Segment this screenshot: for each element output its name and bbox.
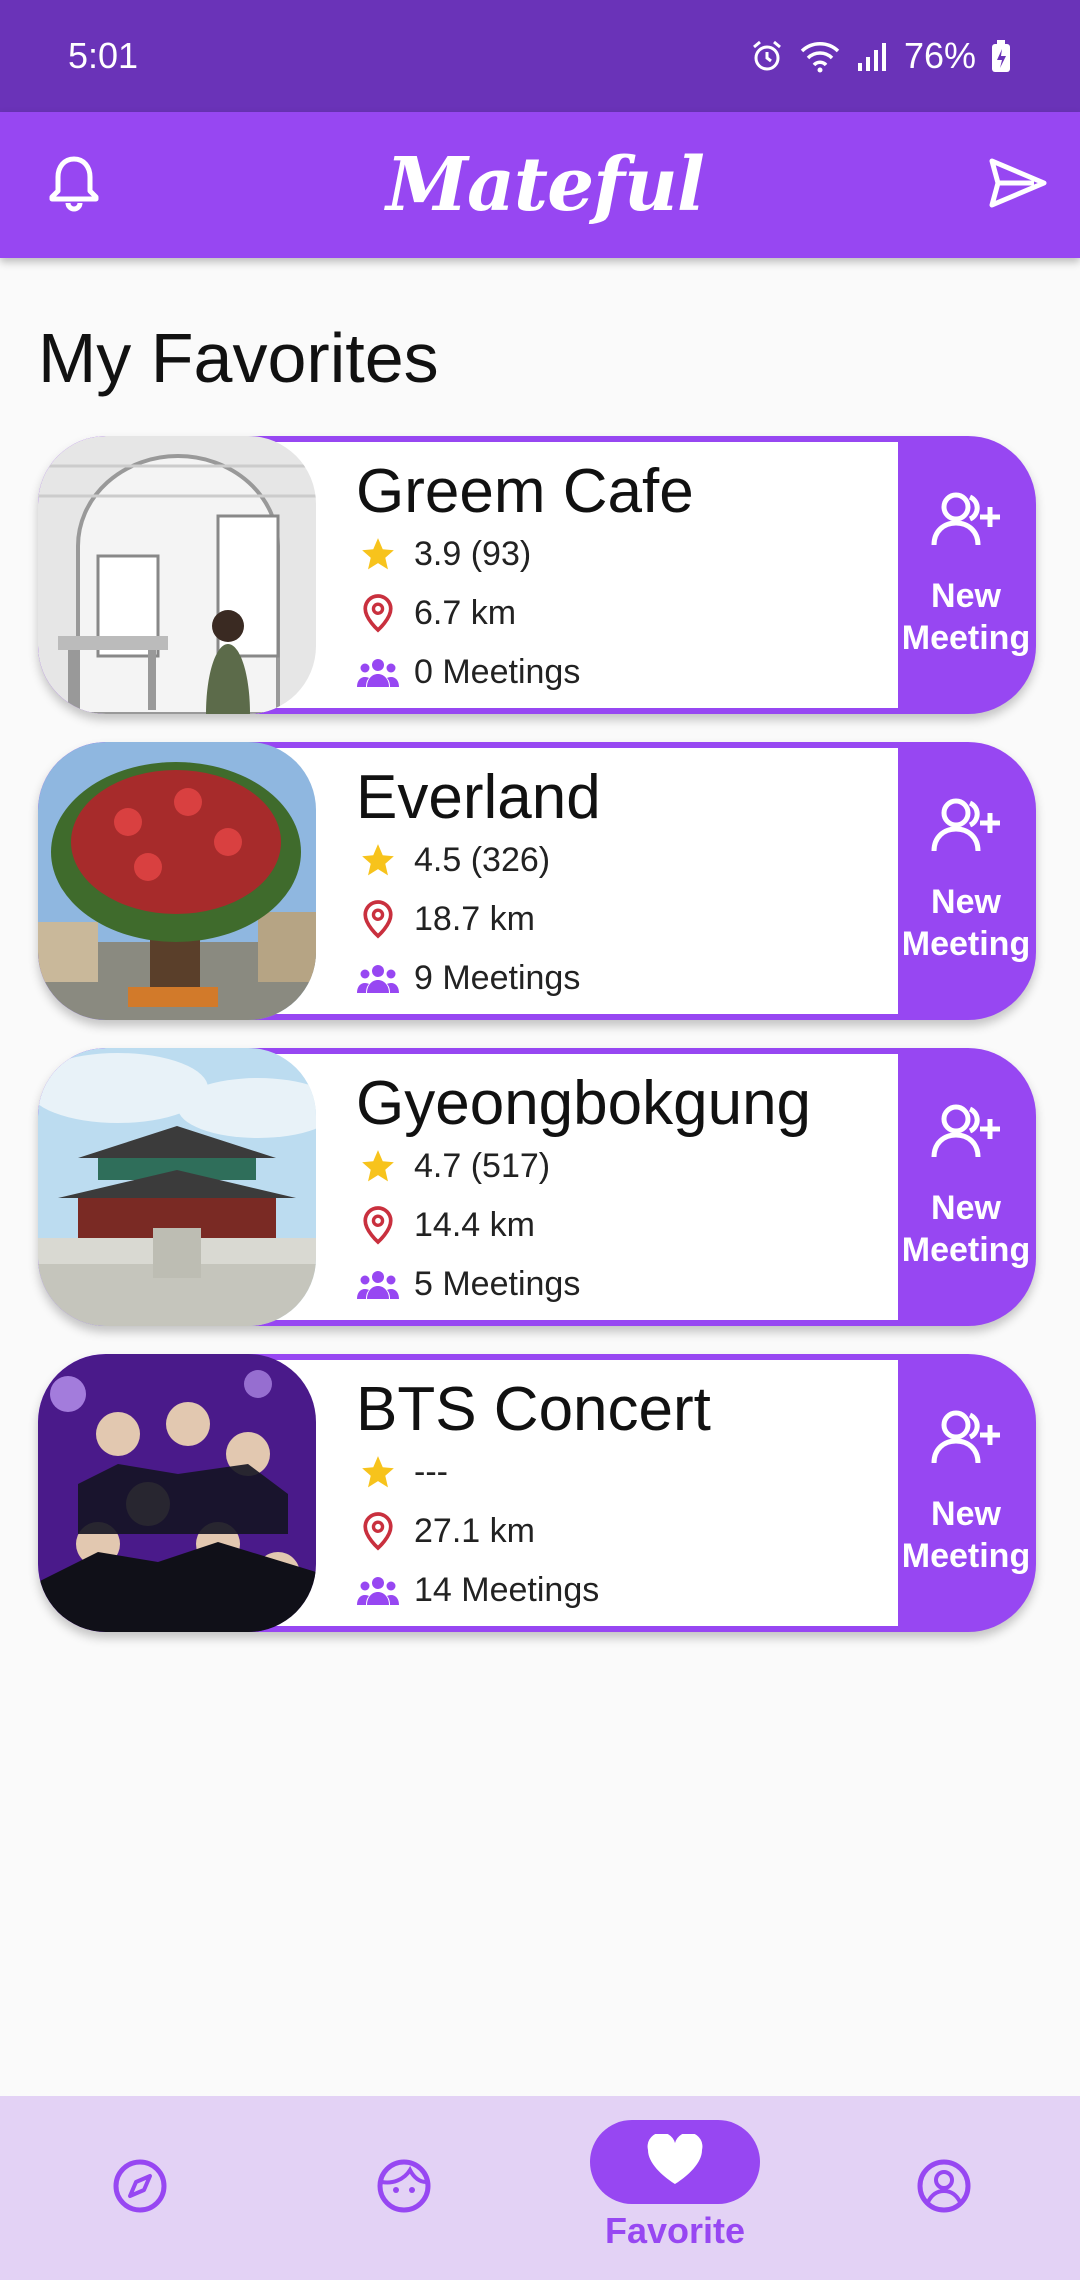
compass-icon [112,2158,168,2219]
new-meeting-button[interactable]: New Meeting [896,436,1036,714]
add-user-icon [930,491,1002,575]
group-icon [356,650,400,694]
meetings-text: 0 Meetings [414,652,581,691]
add-user-icon [930,1103,1002,1187]
nav-label-favorite[interactable]: Favorite [590,2210,760,2252]
card-distance: 18.7 km [356,897,535,941]
status-time: 5:01 [68,35,139,76]
card-rating: 4.7 (517) [356,1144,550,1188]
card-distance: 14.4 km [356,1203,535,1247]
star-icon [356,838,400,882]
location-pin-icon [356,897,400,941]
app-bar: Mateful [0,112,1080,258]
card-rating: 3.9 (93) [356,532,531,576]
star-icon [356,1450,400,1494]
favorites-list: Greem Cafe 3.9 (93) 6.7 km 0 Meetings Ne… [38,436,1038,1660]
new-meeting-label-1: New [931,1189,1001,1227]
distance-text: 6.7 km [414,593,517,632]
distance-text: 27.1 km [414,1511,535,1550]
status-icons: 76% [750,35,1012,77]
card-meetings: 0 Meetings [356,650,580,694]
bottom-nav: Favorite [0,2096,1080,2280]
card-distance: 6.7 km [356,591,516,635]
page-title: My Favorites [38,319,439,397]
profile-icon [916,2158,972,2219]
star-icon [356,1144,400,1188]
nav-item-explore[interactable] [100,2096,180,2280]
everland-photo [38,742,316,1020]
app-title: Mateful [386,142,705,228]
rating-text: --- [414,1452,448,1491]
location-pin-icon [356,1203,400,1247]
battery-text: 76% [903,35,976,76]
status-bar: 5:01 76% [0,0,1080,112]
new-meeting-label-1: New [931,883,1001,921]
rating-text: 4.7 (517) [414,1146,551,1185]
card-rating: --- [356,1450,448,1494]
battery-icon [990,39,1012,73]
rating-text: 3.9 (93) [414,534,532,573]
favorite-card-greem-cafe[interactable]: Greem Cafe 3.9 (93) 6.7 km 0 Meetings Ne… [38,436,1036,714]
new-meeting-button[interactable]: New Meeting [896,742,1036,1020]
new-meeting-button[interactable]: New Meeting [896,1354,1036,1632]
favorite-card-everland[interactable]: Everland 4.5 (326) 18.7 km 9 Meetings Ne… [38,742,1036,1020]
new-meeting-label-1: New [931,577,1001,615]
location-pin-icon [356,591,400,635]
add-user-icon [930,1409,1002,1493]
nav-item-mates[interactable] [364,2096,444,2280]
meetings-text: 14 Meetings [414,1570,600,1609]
nav-item-favorite[interactable] [590,2120,760,2204]
new-meeting-label-2: Meeting [901,619,1031,657]
add-user-icon [930,797,1002,881]
wifi-icon [798,39,842,73]
new-meeting-label-1: New [931,1495,1001,1533]
nav-item-profile[interactable] [904,2096,984,2280]
concert-photo [38,1354,316,1632]
card-meetings: 9 Meetings [356,956,580,1000]
palace-photo [38,1048,316,1326]
meetings-text: 9 Meetings [414,958,581,997]
group-icon [356,956,400,1000]
star-icon [356,532,400,576]
new-meeting-label-2: Meeting [901,1231,1031,1269]
send-icon[interactable] [988,157,1048,214]
card-name: Greem Cafe [356,457,694,526]
new-meeting-button[interactable]: New Meeting [896,1048,1036,1326]
alarm-icon [750,39,784,73]
face-icon [376,2158,432,2219]
card-meetings: 5 Meetings [356,1262,580,1306]
card-distance: 27.1 km [356,1509,535,1553]
distance-text: 18.7 km [414,899,535,938]
new-meeting-label-2: Meeting [901,925,1031,963]
cafe-photo [38,436,316,714]
bell-icon[interactable] [46,153,102,218]
distance-text: 14.4 km [414,1205,535,1244]
card-name: Everland [356,763,601,832]
card-rating: 4.5 (326) [356,838,550,882]
card-name: BTS Concert [356,1375,711,1444]
meetings-text: 5 Meetings [414,1264,581,1303]
rating-text: 4.5 (326) [414,840,551,879]
heart-icon [646,2132,704,2191]
location-pin-icon [356,1509,400,1553]
card-name: Gyeongbokgung [356,1069,812,1138]
favorite-card-bts-concert[interactable]: BTS Concert --- 27.1 km 14 Meetings New … [38,1354,1036,1632]
group-icon [356,1568,400,1612]
signal-icon [856,39,890,73]
card-meetings: 14 Meetings [356,1568,599,1612]
new-meeting-label-2: Meeting [901,1537,1031,1575]
favorite-card-gyeongbokgung[interactable]: Gyeongbokgung 4.7 (517) 14.4 km 5 Meetin… [38,1048,1036,1326]
group-icon [356,1262,400,1306]
